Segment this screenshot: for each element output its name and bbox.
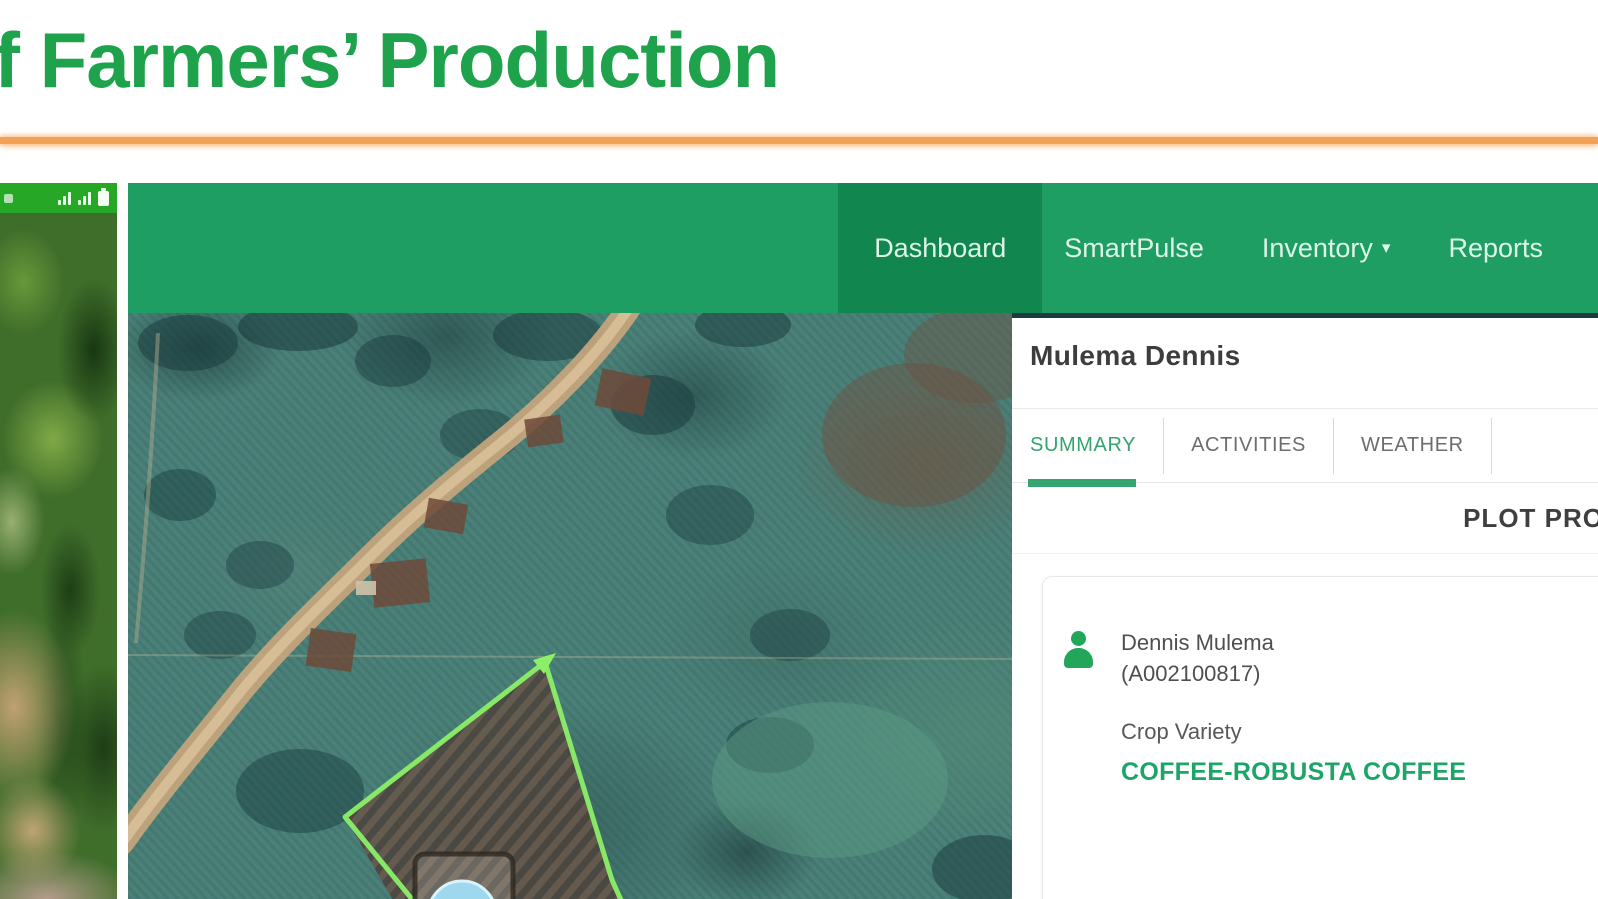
tab-summary[interactable]: SUMMARY xyxy=(1030,434,1136,457)
nav-item-label: SmartPulse xyxy=(1064,232,1204,263)
battery-icon xyxy=(98,187,109,206)
farmer-id: (A002100817) xyxy=(1121,661,1261,687)
tab-weather[interactable]: WEATHER xyxy=(1361,434,1464,457)
mobile-screenshot xyxy=(0,183,117,899)
nav-item-label: Inventory xyxy=(1261,232,1373,263)
app-navbar: Dashboard SmartPulse Inventory ▾ Reports xyxy=(128,183,1598,313)
map-overlay xyxy=(128,313,1012,899)
nav-item-label: Reports xyxy=(1448,232,1543,263)
tab-divider xyxy=(1332,417,1334,474)
grass-patch xyxy=(712,702,948,858)
web-dashboard: Dashboard SmartPulse Inventory ▾ Reports xyxy=(128,183,1598,899)
notification-icon xyxy=(4,193,13,203)
section-header-row: PLOT PRO xyxy=(1012,483,1598,554)
crop-variety-label: Crop Variety xyxy=(1121,719,1242,745)
nav-item-inventory[interactable]: Inventory ▾ xyxy=(1262,183,1391,313)
section-title: PLOT PRO xyxy=(1463,502,1598,533)
farmer-person-icon xyxy=(1063,631,1095,677)
coffee-plant-photo xyxy=(0,213,117,899)
chevron-down-icon: ▾ xyxy=(1381,238,1391,257)
nav-item-reports[interactable]: Reports xyxy=(1448,183,1543,313)
rooftop-light xyxy=(356,581,376,595)
signal-bars-icon xyxy=(58,191,71,205)
page-title: f Farmers’ Production xyxy=(0,16,780,104)
crop-variety-value: COFFEE-ROBUSTA COFFEE xyxy=(1121,758,1467,787)
mobile-status-bar xyxy=(0,183,117,213)
farmer-tabs: SUMMARY ACTIVITIES WEATHER xyxy=(1012,409,1598,487)
farmer-panel: Mulema Dennis SUMMARY ACTIVITIES WEATHER… xyxy=(1012,313,1598,899)
bare-soil-patches xyxy=(822,313,1012,507)
nav-item-dashboard[interactable]: Dashboard xyxy=(838,183,1043,313)
farmer-name: Mulema Dennis xyxy=(1030,340,1241,371)
tab-divider xyxy=(1490,417,1492,474)
plot-location-pin[interactable] xyxy=(412,851,516,899)
tab-activities[interactable]: ACTIVITIES xyxy=(1191,434,1306,457)
nav-item-label: Dashboard xyxy=(874,232,1007,263)
signal-bars-icon xyxy=(78,191,91,205)
divider-orange-rule xyxy=(0,137,1598,144)
farmer-full-name: Dennis Mulema xyxy=(1121,630,1274,655)
tab-divider xyxy=(1163,417,1165,474)
plot-profile-card: Dennis Mulema (A002100817) Crop Variety … xyxy=(1042,576,1598,899)
satellite-map[interactable] xyxy=(128,313,1012,899)
nav-item-smartpulse[interactable]: SmartPulse xyxy=(1064,183,1204,313)
